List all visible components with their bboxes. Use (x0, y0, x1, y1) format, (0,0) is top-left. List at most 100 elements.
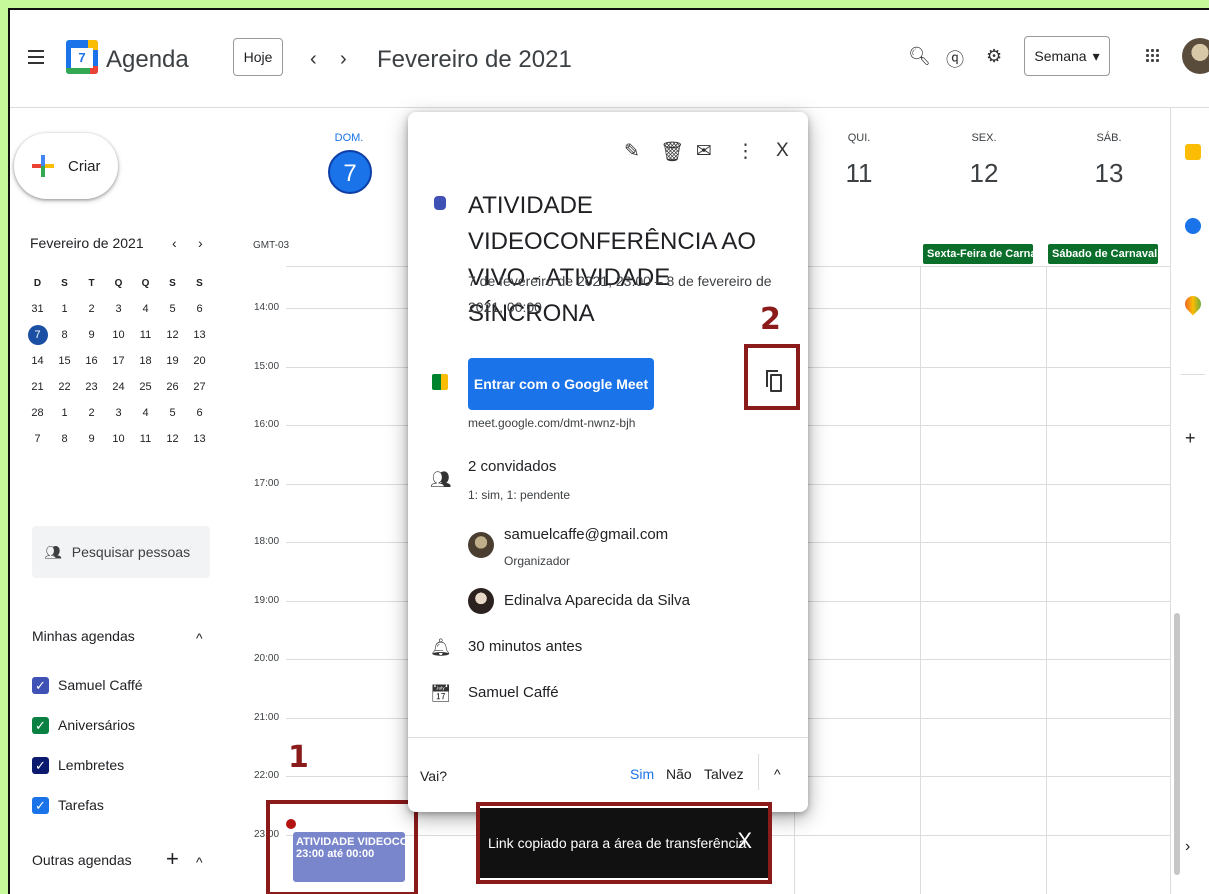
day-header-sun[interactable]: DOM. (324, 132, 374, 144)
search-icon[interactable]: 🔍︎ (908, 46, 931, 67)
mini-day[interactable]: 11 (132, 329, 159, 341)
guest-email[interactable]: samuelcaffe@gmail.com (504, 526, 668, 543)
prev-week-button[interactable]: ‹ (310, 48, 317, 71)
mini-day[interactable]: 21 (24, 381, 51, 393)
tasks-icon[interactable] (1185, 218, 1201, 234)
delete-trash-icon[interactable]: 🗑︎ (660, 140, 684, 164)
next-week-button[interactable]: › (340, 48, 347, 71)
mini-day[interactable]: 19 (159, 355, 186, 367)
mini-day-number: 22 (58, 381, 71, 393)
chevron-up-icon[interactable]: ^ (196, 630, 203, 646)
mini-day[interactable]: 7 (24, 325, 51, 345)
today-button[interactable]: Hoje (233, 38, 283, 76)
mini-day[interactable]: 1 (51, 303, 78, 315)
toast-message: Link copiado para a área de transferênci… (488, 835, 747, 851)
toast-close-button[interactable]: X (737, 828, 752, 854)
meet-link[interactable]: meet.google.com/dmt-nwnz-bjh (468, 416, 635, 430)
mini-day[interactable]: 6 (186, 303, 213, 315)
rsvp-yes-button[interactable]: Sim (630, 766, 654, 782)
view-selector[interactable]: Semana ▾ (1024, 36, 1110, 76)
main-menu-icon[interactable] (28, 50, 44, 64)
mini-day[interactable]: 28 (24, 407, 51, 419)
mini-day[interactable]: 3 (105, 407, 132, 419)
calendar-item[interactable]: ✓ Lembretes (32, 754, 124, 776)
mini-day[interactable]: 7 (24, 433, 51, 445)
mini-day[interactable]: 15 (51, 355, 78, 367)
mini-day[interactable]: 27 (186, 381, 213, 393)
calendar-item[interactable]: ✓ Samuel Caffé (32, 674, 143, 696)
mini-day[interactable]: 13 (186, 433, 213, 445)
mini-day[interactable]: 2 (78, 303, 105, 315)
keep-icon[interactable] (1185, 144, 1201, 160)
email-icon[interactable]: ✉ (696, 140, 712, 163)
calendar-label: Tarefas (58, 797, 104, 813)
mini-day[interactable]: 22 (51, 381, 78, 393)
mini-day[interactable]: 14 (24, 355, 51, 367)
search-people-field[interactable]: 👥︎ Pesquisar pessoas (32, 526, 210, 578)
mini-day[interactable]: 20 (186, 355, 213, 367)
holiday-chip[interactable]: Sexta-Feira de Carnav (923, 244, 1033, 264)
calendar-item[interactable]: ✓ Tarefas (32, 794, 104, 816)
join-meet-button[interactable]: Entrar com o Google Meet (468, 358, 654, 410)
day-header-fri[interactable]: SEX. 12 (959, 132, 1009, 189)
add-addon-icon[interactable]: + (1185, 429, 1201, 447)
mini-day[interactable]: 31 (24, 303, 51, 315)
mini-day[interactable]: 3 (105, 303, 132, 315)
mini-day[interactable]: 26 (159, 381, 186, 393)
mini-next-month-button[interactable]: › (198, 235, 203, 251)
mini-day[interactable]: 16 (78, 355, 105, 367)
mini-day[interactable]: 1 (51, 407, 78, 419)
mini-day[interactable]: 9 (78, 433, 105, 445)
guest-name[interactable]: Edinalva Aparecida da Silva (504, 592, 690, 609)
apps-grid-icon[interactable] (1145, 48, 1159, 62)
maps-icon[interactable] (1181, 292, 1205, 316)
mini-day[interactable]: 6 (186, 407, 213, 419)
close-icon[interactable]: X (776, 140, 789, 162)
mini-day[interactable]: 10 (105, 433, 132, 445)
mini-day[interactable]: 4 (132, 407, 159, 419)
time-label: 16:00 (254, 419, 280, 430)
mini-day[interactable]: 11 (132, 433, 159, 445)
more-options-icon[interactable]: ⋮ (736, 140, 755, 163)
mini-day[interactable]: 2 (78, 407, 105, 419)
settings-gear-icon[interactable]: ⚙ (986, 46, 1002, 67)
checkbox-icon[interactable]: ✓ (32, 716, 49, 734)
mini-day[interactable]: 12 (159, 329, 186, 341)
expand-panel-icon[interactable]: › (1185, 838, 1201, 855)
add-calendar-icon[interactable]: + (166, 846, 179, 872)
mini-day[interactable]: 4 (132, 303, 159, 315)
rsvp-maybe-button[interactable]: Talvez (704, 766, 744, 782)
account-avatar[interactable] (1182, 38, 1209, 74)
copy-link-icon[interactable] (766, 370, 782, 392)
day-header-sat[interactable]: SÁB. 13 (1084, 132, 1134, 189)
mini-day-number: 19 (166, 355, 179, 367)
mini-day[interactable]: 5 (159, 407, 186, 419)
edit-pencil-icon[interactable]: ✎ (624, 140, 640, 163)
holiday-chip[interactable]: Sábado de Carnaval (1048, 244, 1158, 264)
mini-day[interactable]: 18 (132, 355, 159, 367)
help-icon[interactable]: ⓠ (946, 46, 964, 72)
chevron-up-icon[interactable]: ^ (774, 766, 781, 782)
mini-day[interactable]: 10 (105, 329, 132, 341)
checkbox-icon[interactable]: ✓ (32, 676, 49, 694)
today-date[interactable]: 7 (328, 150, 372, 194)
calendar-item[interactable]: ✓ Aniversários (32, 714, 135, 736)
day-header-thu[interactable]: QUI. 11 (834, 132, 884, 189)
checkbox-icon[interactable]: ✓ (32, 796, 49, 814)
mini-day[interactable]: 8 (51, 433, 78, 445)
mini-day[interactable]: 23 (78, 381, 105, 393)
mini-day[interactable]: 9 (78, 329, 105, 341)
mini-day[interactable]: 24 (105, 381, 132, 393)
mini-prev-month-button[interactable]: ‹ (172, 235, 177, 251)
mini-day[interactable]: 25 (132, 381, 159, 393)
chevron-up-icon[interactable]: ^ (196, 854, 203, 870)
checkbox-icon[interactable]: ✓ (32, 756, 49, 774)
mini-day[interactable]: 12 (159, 433, 186, 445)
people-icon: 👥︎ (44, 543, 62, 560)
create-button[interactable]: Criar (14, 133, 118, 199)
rsvp-no-button[interactable]: Não (666, 766, 692, 782)
mini-day[interactable]: 5 (159, 303, 186, 315)
mini-day[interactable]: 13 (186, 329, 213, 341)
mini-day[interactable]: 8 (51, 329, 78, 341)
mini-day[interactable]: 17 (105, 355, 132, 367)
